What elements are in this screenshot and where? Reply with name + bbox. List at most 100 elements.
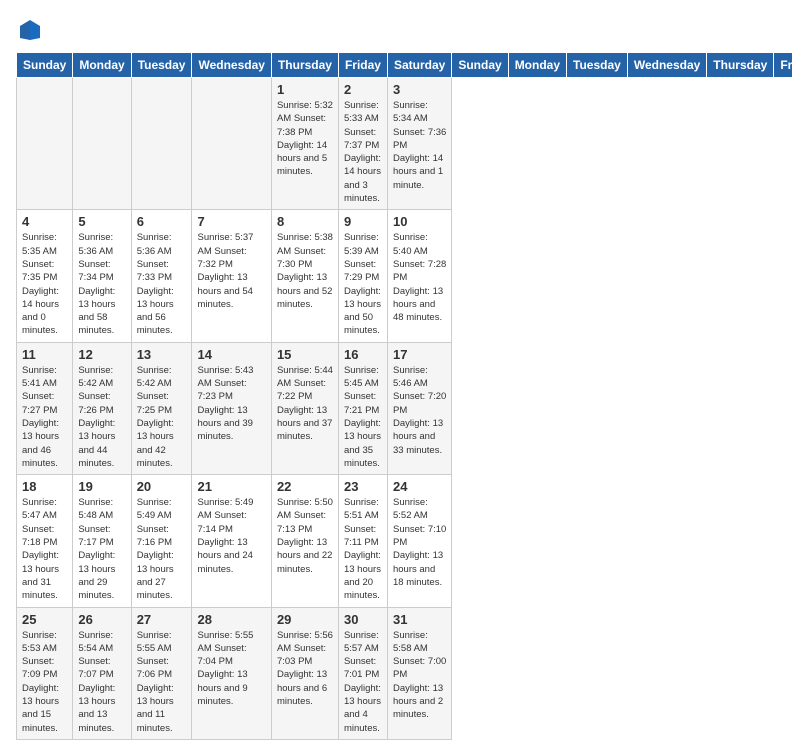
- day-info: Sunrise: 5:41 AM Sunset: 7:27 PM Dayligh…: [22, 364, 67, 470]
- day-info: Sunrise: 5:37 AM Sunset: 7:32 PM Dayligh…: [197, 231, 265, 311]
- day-number: 9: [344, 214, 382, 229]
- day-number: 23: [344, 479, 382, 494]
- day-number: 6: [137, 214, 187, 229]
- day-number: 4: [22, 214, 67, 229]
- calendar-cell: 1 Sunrise: 5:32 AM Sunset: 7:38 PM Daylig…: [271, 78, 338, 210]
- calendar-cell: 15Sunrise: 5:44 AM Sunset: 7:22 PM Dayli…: [271, 342, 338, 474]
- calendar-cell: 2Sunrise: 5:33 AM Sunset: 7:37 PM Daylig…: [338, 78, 387, 210]
- calendar-cell: 12 Sunrise: 5:42 AM Sunset: 7:26 PM Dayli…: [73, 342, 131, 474]
- day-number: 24: [393, 479, 446, 494]
- day-number: 14: [197, 347, 265, 362]
- calendar-cell: [73, 78, 131, 210]
- calendar-cell: 18Sunrise: 5:47 AM Sunset: 7:18 PM Dayli…: [17, 475, 73, 607]
- calendar-cell: 29 Sunrise: 5:56 AM Sunset: 7:03 PM Dayli…: [271, 607, 338, 739]
- calendar-cell: 19Sunrise: 5:48 AM Sunset: 7:17 PM Dayli…: [73, 475, 131, 607]
- calendar-cell: 8 Sunrise: 5:38 AM Sunset: 7:30 PM Daylig…: [271, 210, 338, 342]
- day-info: Sunrise: 5:52 AM Sunset: 7:10 PM Dayligh…: [393, 496, 446, 589]
- column-header-wednesday: Wednesday: [627, 53, 706, 78]
- calendar-cell: 4 Sunrise: 5:35 AM Sunset: 7:35 PM Daylig…: [17, 210, 73, 342]
- calendar-cell: 16Sunrise: 5:45 AM Sunset: 7:21 PM Dayli…: [338, 342, 387, 474]
- day-info: Sunrise: 5:55 AM Sunset: 7:06 PM Dayligh…: [137, 629, 187, 735]
- day-info: Sunrise: 5:36 AM Sunset: 7:33 PM Dayligh…: [137, 231, 187, 337]
- calendar-week-row: 1 Sunrise: 5:32 AM Sunset: 7:38 PM Daylig…: [17, 78, 792, 210]
- day-info: Sunrise: 5:55 AM Sunset: 7:04 PM Dayligh…: [197, 629, 265, 709]
- calendar-cell: 21 Sunrise: 5:49 AM Sunset: 7:14 PM Dayli…: [192, 475, 271, 607]
- day-number: 28: [197, 612, 265, 627]
- day-number: 19: [78, 479, 125, 494]
- day-number: 26: [78, 612, 125, 627]
- day-info: Sunrise: 5:47 AM Sunset: 7:18 PM Dayligh…: [22, 496, 67, 602]
- calendar-table: SundayMondayTuesdayWednesdayThursdayFrid…: [16, 52, 792, 740]
- day-number: 15: [277, 347, 333, 362]
- day-info: Sunrise: 5:38 AM Sunset: 7:30 PM Dayligh…: [277, 231, 333, 311]
- calendar-cell: 11 Sunrise: 5:41 AM Sunset: 7:27 PM Dayli…: [17, 342, 73, 474]
- day-info: Sunrise: 5:36 AM Sunset: 7:34 PM Dayligh…: [78, 231, 125, 337]
- day-info: Sunrise: 5:49 AM Sunset: 7:14 PM Dayligh…: [197, 496, 265, 576]
- calendar-cell: 23 Sunrise: 5:51 AM Sunset: 7:11 PM Dayli…: [338, 475, 387, 607]
- day-number: 17: [393, 347, 446, 362]
- column-header-wednesday: Wednesday: [192, 53, 271, 78]
- column-header-sunday: Sunday: [17, 53, 73, 78]
- day-info: Sunrise: 5:34 AM Sunset: 7:36 PM Dayligh…: [393, 99, 446, 192]
- day-number: 1: [277, 82, 333, 97]
- day-info: Sunrise: 5:32 AM Sunset: 7:38 PM Dayligh…: [277, 99, 333, 179]
- day-info: Sunrise: 5:42 AM Sunset: 7:26 PM Dayligh…: [78, 364, 125, 470]
- calendar-cell: 6 Sunrise: 5:36 AM Sunset: 7:33 PM Daylig…: [131, 210, 192, 342]
- column-header-sunday: Sunday: [452, 53, 508, 78]
- logo-icon: [16, 16, 44, 44]
- day-number: 20: [137, 479, 187, 494]
- calendar-cell: 14 Sunrise: 5:43 AM Sunset: 7:23 PM Dayli…: [192, 342, 271, 474]
- day-number: 16: [344, 347, 382, 362]
- day-info: Sunrise: 5:43 AM Sunset: 7:23 PM Dayligh…: [197, 364, 265, 444]
- day-number: 13: [137, 347, 187, 362]
- header: [16, 16, 776, 44]
- day-info: Sunrise: 5:57 AM Sunset: 7:01 PM Dayligh…: [344, 629, 382, 735]
- day-number: 12: [78, 347, 125, 362]
- calendar-week-row: 11 Sunrise: 5:41 AM Sunset: 7:27 PM Dayli…: [17, 342, 792, 474]
- day-info: Sunrise: 5:58 AM Sunset: 7:00 PM Dayligh…: [393, 629, 446, 722]
- calendar-header-row: SundayMondayTuesdayWednesdayThursdayFrid…: [17, 53, 792, 78]
- day-number: 25: [22, 612, 67, 627]
- calendar-cell: 30 Sunrise: 5:57 AM Sunset: 7:01 PM Dayli…: [338, 607, 387, 739]
- calendar-cell: [131, 78, 192, 210]
- calendar-cell: 3 Sunrise: 5:34 AM Sunset: 7:36 PM Daylig…: [387, 78, 451, 210]
- day-number: 29: [277, 612, 333, 627]
- day-number: 11: [22, 347, 67, 362]
- calendar-cell: 31Sunrise: 5:58 AM Sunset: 7:00 PM Dayli…: [387, 607, 451, 739]
- calendar-cell: 24 Sunrise: 5:52 AM Sunset: 7:10 PM Dayli…: [387, 475, 451, 607]
- column-header-saturday: Saturday: [387, 53, 451, 78]
- calendar-cell: 9 Sunrise: 5:39 AM Sunset: 7:29 PM Daylig…: [338, 210, 387, 342]
- calendar-cell: 5 Sunrise: 5:36 AM Sunset: 7:34 PM Daylig…: [73, 210, 131, 342]
- day-info: Sunrise: 5:53 AM Sunset: 7:09 PM Dayligh…: [22, 629, 67, 735]
- column-header-friday: Friday: [338, 53, 387, 78]
- day-number: 5: [78, 214, 125, 229]
- calendar-cell: 27Sunrise: 5:55 AM Sunset: 7:06 PM Dayli…: [131, 607, 192, 739]
- calendar-cell: 17 Sunrise: 5:46 AM Sunset: 7:20 PM Dayli…: [387, 342, 451, 474]
- day-number: 8: [277, 214, 333, 229]
- day-info: Sunrise: 5:39 AM Sunset: 7:29 PM Dayligh…: [344, 231, 382, 337]
- calendar-cell: 13Sunrise: 5:42 AM Sunset: 7:25 PM Dayli…: [131, 342, 192, 474]
- column-header-friday: Friday: [774, 53, 792, 78]
- day-info: Sunrise: 5:49 AM Sunset: 7:16 PM Dayligh…: [137, 496, 187, 602]
- day-number: 3: [393, 82, 446, 97]
- day-info: Sunrise: 5:51 AM Sunset: 7:11 PM Dayligh…: [344, 496, 382, 602]
- column-header-monday: Monday: [508, 53, 566, 78]
- calendar-cell: [192, 78, 271, 210]
- day-number: 7: [197, 214, 265, 229]
- column-header-monday: Monday: [73, 53, 131, 78]
- day-info: Sunrise: 5:56 AM Sunset: 7:03 PM Dayligh…: [277, 629, 333, 709]
- calendar-cell: 26Sunrise: 5:54 AM Sunset: 7:07 PM Dayli…: [73, 607, 131, 739]
- day-info: Sunrise: 5:46 AM Sunset: 7:20 PM Dayligh…: [393, 364, 446, 457]
- column-header-tuesday: Tuesday: [567, 53, 628, 78]
- day-number: 2: [344, 82, 382, 97]
- calendar-week-row: 4 Sunrise: 5:35 AM Sunset: 7:35 PM Daylig…: [17, 210, 792, 342]
- calendar-week-row: 18Sunrise: 5:47 AM Sunset: 7:18 PM Dayli…: [17, 475, 792, 607]
- calendar-cell: 7 Sunrise: 5:37 AM Sunset: 7:32 PM Daylig…: [192, 210, 271, 342]
- day-info: Sunrise: 5:35 AM Sunset: 7:35 PM Dayligh…: [22, 231, 67, 337]
- calendar-cell: [17, 78, 73, 210]
- day-info: Sunrise: 5:50 AM Sunset: 7:13 PM Dayligh…: [277, 496, 333, 576]
- logo: [16, 16, 46, 44]
- day-number: 21: [197, 479, 265, 494]
- calendar-cell: 22Sunrise: 5:50 AM Sunset: 7:13 PM Dayli…: [271, 475, 338, 607]
- day-number: 30: [344, 612, 382, 627]
